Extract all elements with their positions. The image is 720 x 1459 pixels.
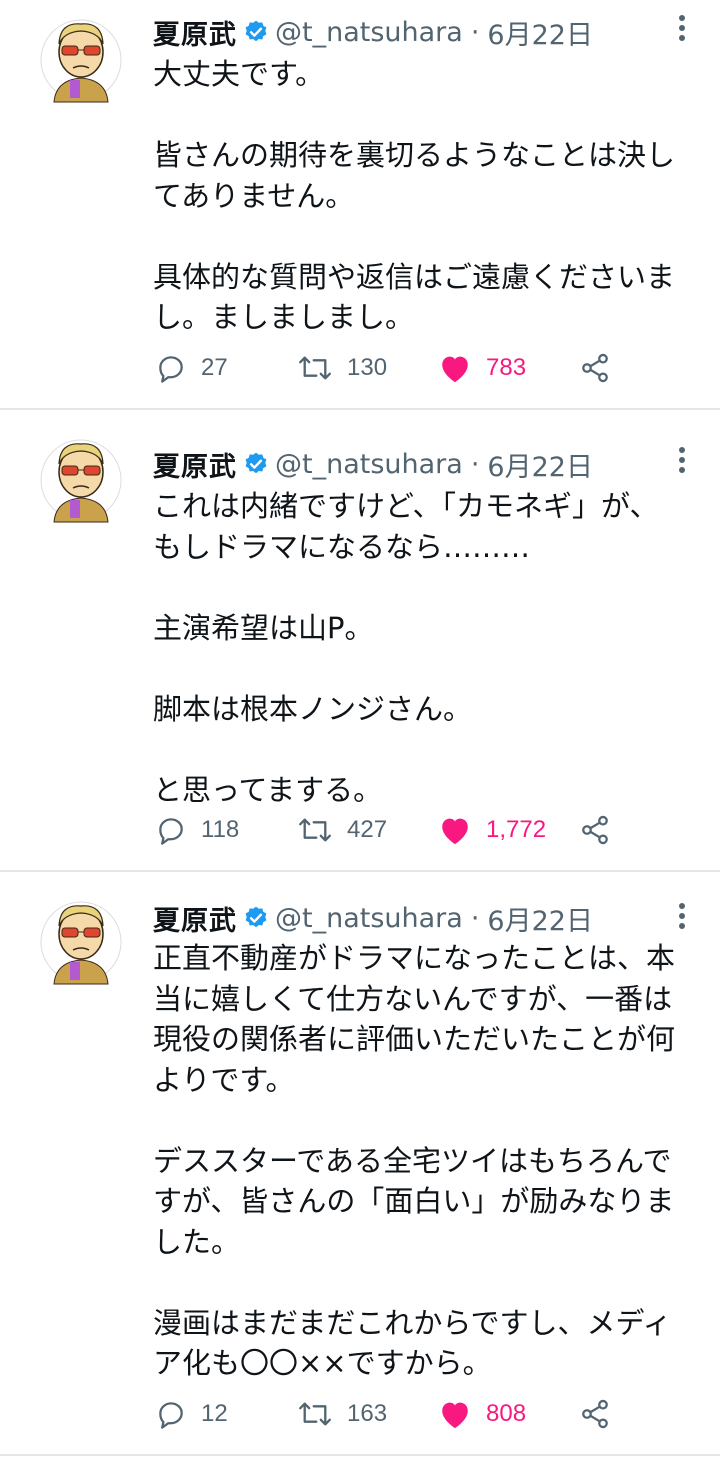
- tweet[interactable]: 夏原武 @t_natsuhara · 6月22日 これは内緒ですけど、「カモネギ…: [0, 410, 720, 872]
- reply-button[interactable]: 118: [155, 810, 239, 850]
- tweet-header: 夏原武 @t_natsuhara · 6月22日: [153, 12, 593, 52]
- heart-icon: [442, 1402, 468, 1429]
- tweet-line: ア化も〇〇××ですから。: [153, 1346, 492, 1380]
- tweet-actions: 12 163 808: [155, 1394, 625, 1434]
- reply-button[interactable]: 12: [155, 1394, 228, 1434]
- like-count: 1,772: [486, 816, 547, 843]
- verified-badge-icon: [245, 452, 267, 474]
- tweet-line: これは内緒ですけど、「カモネギ」が、: [153, 489, 659, 523]
- separator-dot: ·: [470, 448, 480, 480]
- tweet-line: と思ってまする。: [153, 772, 383, 807]
- author-handle[interactable]: @t_natsuhara: [275, 17, 463, 48]
- tweet-line: 現役の関係者に評価いただいたことが何: [153, 1022, 676, 1056]
- retweet-count: 163: [347, 1400, 388, 1427]
- like-count: 808: [486, 1400, 527, 1427]
- verified-badge-icon: [245, 906, 267, 928]
- author-name[interactable]: 夏原武: [153, 899, 237, 938]
- tweet-date[interactable]: 6月22日: [487, 13, 593, 52]
- like-button[interactable]: 783: [438, 348, 526, 388]
- retweet-count: 427: [347, 816, 388, 843]
- tweet-line: [153, 1262, 698, 1303]
- tweet-text: これは内緒ですけど、「カモネギ」が、 もしドラマになるなら……… 主演希望は山P…: [153, 486, 698, 810]
- verified-badge-icon: [245, 20, 267, 42]
- reply-icon: [159, 1402, 183, 1429]
- tweet-line: [153, 567, 698, 608]
- tweet-line: し。ましましまし。: [153, 300, 415, 334]
- retweet-icon: [299, 1402, 331, 1426]
- tweet-line: てありません。: [153, 178, 355, 213]
- tweet-text: 正直不動産がドラマになったことは、本 当に嬉しくて仕方ないんですが、一番は 現役…: [153, 938, 698, 1384]
- share-icon: [582, 815, 608, 845]
- separator-dot: ·: [470, 902, 480, 934]
- tweet-actions: 27 130 783: [155, 348, 625, 388]
- separator-dot: ·: [470, 16, 480, 48]
- tweet-actions: 118 427 1,772: [155, 810, 625, 850]
- heart-icon: [442, 818, 468, 845]
- more-vertical-icon[interactable]: [668, 8, 696, 48]
- tweet-line: すが、皆さんの「面白い」が励みなりま: [153, 1184, 675, 1218]
- retweet-button[interactable]: 427: [297, 810, 387, 850]
- retweet-button[interactable]: 130: [297, 348, 387, 388]
- share-button[interactable]: [579, 810, 611, 850]
- author-handle[interactable]: @t_natsuhara: [275, 449, 463, 480]
- reply-count: 118: [201, 816, 240, 843]
- tweet[interactable]: 夏原武 @t_natsuhara · 6月22日 正直不動産がドラマになったこと…: [0, 872, 720, 1456]
- tweet-line: 正直不動産がドラマになったことは、本: [153, 941, 676, 975]
- like-button[interactable]: 1,772: [438, 810, 546, 850]
- share-icon: [582, 1399, 608, 1429]
- tweet-line: もしドラマになるなら………: [153, 529, 531, 564]
- author-name[interactable]: 夏原武: [153, 13, 237, 52]
- reply-icon: [159, 818, 183, 845]
- author-name[interactable]: 夏原武: [153, 445, 237, 484]
- tweet-line: 皆さんの期待を裏切るようなことは決し: [153, 138, 676, 172]
- avatar[interactable]: [40, 896, 122, 988]
- tweet-line: 当に嬉しくて仕方ないんですが、一番は: [153, 981, 673, 1016]
- tweet-date[interactable]: 6月22日: [487, 899, 593, 938]
- author-handle[interactable]: @t_natsuhara: [275, 903, 463, 934]
- tweet-line: よりです。: [153, 1062, 295, 1097]
- tweet-date[interactable]: 6月22日: [487, 445, 593, 484]
- retweet-icon: [299, 818, 331, 842]
- more-vertical-icon[interactable]: [668, 896, 696, 936]
- reply-count: 12: [201, 1400, 228, 1427]
- tweet-line: 主演希望は山P。: [153, 610, 374, 645]
- retweet-icon: [299, 356, 331, 380]
- reply-icon: [159, 356, 183, 383]
- tweet-line: 大丈夫です。: [153, 57, 325, 91]
- like-button[interactable]: 808: [438, 1394, 526, 1434]
- tweet-line: 具体的な質問や返信はご遠慮くださいま: [153, 259, 676, 294]
- tweet-line: デススターである全宅ツイはもちろんで: [153, 1143, 672, 1178]
- tweet[interactable]: 夏原武 @t_natsuhara · 6月22日 大丈夫です。 皆さんの期待を裏…: [0, 0, 720, 410]
- avatar[interactable]: [40, 434, 122, 526]
- avatar[interactable]: [40, 14, 122, 106]
- share-button[interactable]: [579, 348, 611, 388]
- tweet-header: 夏原武 @t_natsuhara · 6月22日: [153, 898, 593, 938]
- share-icon: [582, 353, 608, 383]
- tweet-line: [153, 1100, 698, 1141]
- tweet-line: した。: [153, 1224, 241, 1259]
- like-count: 783: [486, 354, 527, 381]
- tweet-text: 大丈夫です。 皆さんの期待を裏切るようなことは決し てありません。 具体的な質問…: [153, 54, 698, 338]
- reply-button[interactable]: 27: [155, 348, 228, 388]
- tweet-line: [153, 95, 698, 136]
- tweet-line: [153, 648, 698, 689]
- heart-icon: [442, 356, 468, 383]
- share-button[interactable]: [579, 1394, 611, 1434]
- retweet-count: 130: [347, 354, 388, 381]
- more-vertical-icon[interactable]: [668, 440, 696, 480]
- timeline-feed: 夏原武 @t_natsuhara · 6月22日 大丈夫です。 皆さんの期待を裏…: [0, 0, 720, 1456]
- tweet-header: 夏原武 @t_natsuhara · 6月22日: [153, 444, 593, 484]
- retweet-button[interactable]: 163: [297, 1394, 387, 1434]
- tweet-line: 脚本は根本ノンジさん。: [153, 691, 473, 726]
- tweet-line: 漫画はまだまだこれからですし、メディ: [153, 1305, 672, 1340]
- reply-count: 27: [201, 354, 228, 381]
- tweet-line: [153, 216, 698, 257]
- tweet-line: [153, 729, 698, 770]
